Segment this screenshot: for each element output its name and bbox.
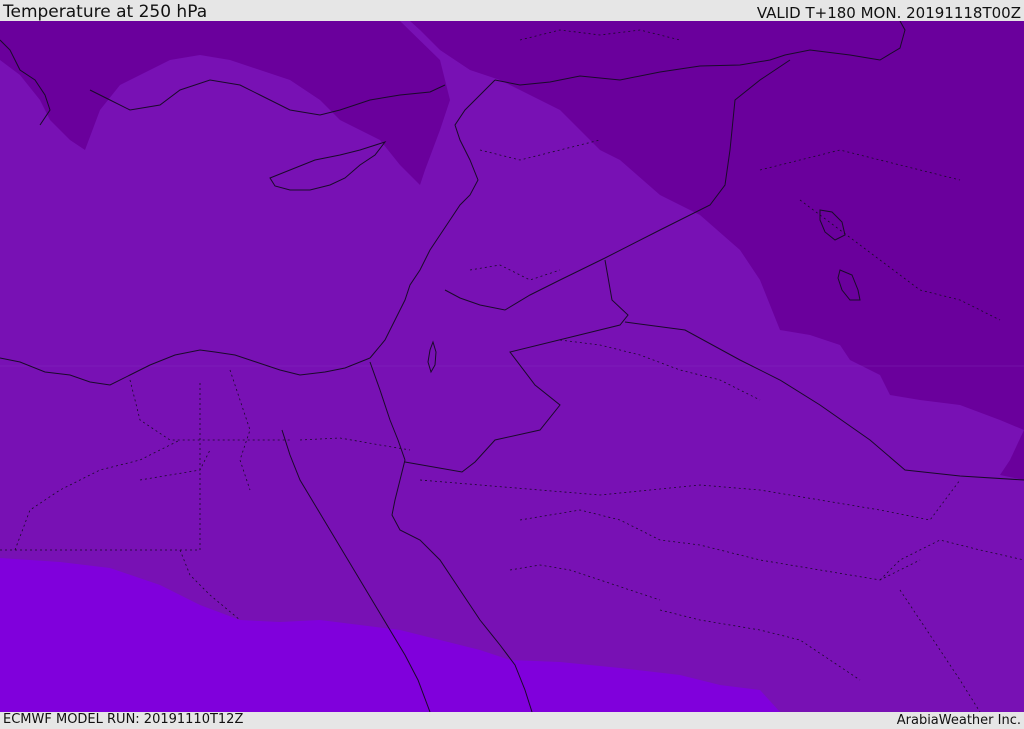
footer-bar: ECMWF MODEL RUN: 20191110T12Z ArabiaWeat… [0,712,1024,729]
valid-time-label: VALID T+180 MON. 20191118T00Z [756,4,1021,22]
chart-title: Temperature at 250 hPa [3,2,208,22]
model-run-label: ECMWF MODEL RUN: 20191110T12Z [3,712,244,727]
header-bar: Temperature at 250 hPa VALID T+180 MON. … [0,0,1024,22]
credit-label: ArabiaWeather Inc. [896,713,1021,728]
map-area[interactable] [0,21,1024,712]
temperature-map [0,21,1024,712]
